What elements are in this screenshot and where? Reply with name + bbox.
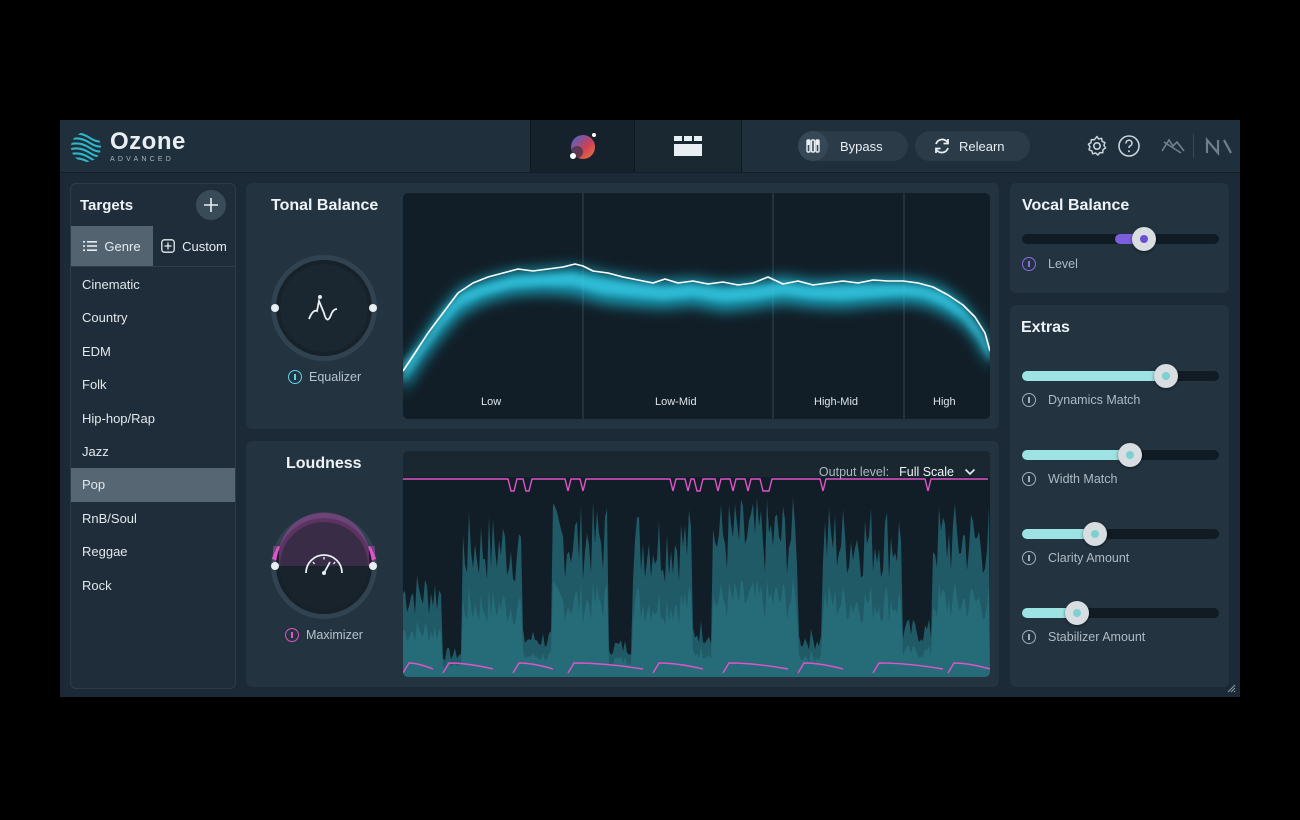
genre-item-edm[interactable]: EDM <box>71 335 235 368</box>
resize-handle-icon[interactable] <box>1226 683 1236 693</box>
genre-item-hiphop-rap[interactable]: Hip-hop/Rap <box>71 402 235 435</box>
loudness-panel: Loudness Maximizer Output level: Full Sc… <box>246 441 999 687</box>
tab-custom-label: Custom <box>182 238 227 254</box>
add-target-button[interactable] <box>196 190 226 220</box>
assistant-tab[interactable] <box>530 120 636 172</box>
clarity-amount-label: Clarity Amount <box>1048 551 1130 565</box>
vocal-balance-panel: Vocal Balance Level <box>1010 183 1229 293</box>
genre-item-reggae[interactable]: Reggae <box>71 535 235 568</box>
bypass-icon <box>798 131 828 161</box>
band-label-low-mid: Low-Mid <box>655 396 697 408</box>
clarity-amount-slider[interactable] <box>1022 522 1219 546</box>
stabilizer-amount-slider[interactable] <box>1022 601 1219 625</box>
plus-icon <box>204 198 218 212</box>
dynamics-match-slider[interactable] <box>1022 364 1219 388</box>
relearn-label: Relearn <box>959 138 1005 154</box>
ni-logo-icon <box>1205 136 1232 157</box>
dynamics-match-label: Dynamics Match <box>1048 393 1141 407</box>
izotope-icon <box>1161 138 1185 154</box>
list-icon <box>83 240 98 252</box>
slider-thumb[interactable] <box>1118 443 1143 467</box>
power-icon <box>1022 472 1036 486</box>
gear-icon[interactable] <box>1085 134 1109 158</box>
slider-thumb[interactable] <box>1082 522 1107 546</box>
ozone-logo-icon <box>71 131 101 162</box>
band-label-high-mid: High-Mid <box>814 396 859 408</box>
vocal-balance-title: Vocal Balance <box>1022 197 1130 214</box>
power-icon <box>288 370 302 384</box>
loudness-graph: Output level: Full Scale <box>403 451 990 677</box>
ozone-logo: Ozone ADVANCED <box>70 130 186 163</box>
tonal-balance-curve <box>403 193 990 419</box>
output-level-label: Output level: <box>818 465 890 479</box>
output-level-select[interactable]: Full Scale <box>899 465 954 479</box>
equalizer-knob[interactable] <box>269 253 379 363</box>
genre-item-folk[interactable]: Folk <box>71 368 235 401</box>
extras-panel: Extras Dynamics Match Width Match Clarit… <box>1010 305 1229 687</box>
slider-thumb[interactable] <box>1132 227 1157 251</box>
loudness-title: Loudness <box>286 455 362 472</box>
header-bar: Ozone ADVANCED Bypass Relearn <box>60 120 1240 173</box>
width-match-toggle[interactable]: Width Match <box>1022 472 1117 486</box>
logo-edition: ADVANCED <box>110 156 174 163</box>
clarity-amount-toggle[interactable]: Clarity Amount <box>1022 551 1129 565</box>
bypass-button[interactable]: Bypass <box>798 131 908 161</box>
tab-custom[interactable]: Custom <box>153 226 235 266</box>
maximizer-toggle[interactable]: Maximizer <box>285 628 363 642</box>
assistant-icon <box>570 133 596 159</box>
maximizer-label: Maximizer <box>306 628 363 642</box>
relearn-button[interactable]: Relearn <box>915 131 1030 161</box>
bypass-label: Bypass <box>840 138 883 154</box>
targets-panel: Targets Genre Custom Cinematic Country E… <box>70 183 236 689</box>
chevron-down-icon[interactable] <box>964 468 976 476</box>
genre-item-country[interactable]: Country <box>71 301 235 334</box>
vocal-level-toggle[interactable]: Level <box>1022 257 1078 271</box>
header-divider <box>1193 134 1194 158</box>
tonal-balance-panel: Tonal Balance Equalizer Low Low-Mid High… <box>246 183 999 429</box>
genre-list: Cinematic Country EDM Folk Hip-hop/Rap J… <box>71 268 235 602</box>
targets-tabs: Genre Custom <box>71 226 235 267</box>
genre-item-jazz[interactable]: Jazz <box>71 435 235 468</box>
tonal-balance-title: Tonal Balance <box>271 197 379 214</box>
tab-genre-label: Genre <box>104 238 141 254</box>
power-icon <box>1022 551 1036 565</box>
modules-tab[interactable] <box>634 120 742 172</box>
tab-genre[interactable]: Genre <box>71 226 153 266</box>
add-box-icon <box>161 239 175 253</box>
logo-name: Ozone <box>110 128 186 155</box>
slider-thumb[interactable] <box>1065 601 1090 625</box>
stabilizer-amount-toggle[interactable]: Stabilizer Amount <box>1022 630 1145 644</box>
equalizer-toggle[interactable]: Equalizer <box>288 370 361 384</box>
slider-thumb[interactable] <box>1153 364 1178 388</box>
width-match-label: Width Match <box>1048 472 1118 486</box>
relearn-icon <box>931 131 953 161</box>
width-match-slider[interactable] <box>1022 443 1219 467</box>
band-label-low: Low <box>481 396 502 408</box>
equalizer-label: Equalizer <box>309 370 362 384</box>
genre-item-cinematic[interactable]: Cinematic <box>71 268 235 301</box>
stabilizer-amount-label: Stabilizer Amount <box>1048 630 1146 644</box>
modules-icon <box>674 136 702 156</box>
genre-item-rnb-soul[interactable]: RnB/Soul <box>71 502 235 535</box>
power-icon <box>285 628 299 642</box>
power-icon <box>1022 630 1036 644</box>
tonal-balance-graph: Low Low-Mid High-Mid High <box>403 193 990 419</box>
vocal-level-label: Level <box>1048 257 1078 271</box>
ozone-window: Ozone ADVANCED Bypass Relearn Targets Ge… <box>60 120 1240 697</box>
help-icon[interactable] <box>1117 134 1141 158</box>
power-icon <box>1022 257 1036 271</box>
maximizer-knob[interactable] <box>269 511 379 621</box>
power-icon <box>1022 393 1036 407</box>
vocal-level-slider[interactable] <box>1022 227 1219 251</box>
extras-title: Extras <box>1021 319 1070 336</box>
genre-item-pop[interactable]: Pop <box>71 468 235 502</box>
genre-item-rock[interactable]: Rock <box>71 569 235 602</box>
loudness-waveform <box>403 451 990 677</box>
targets-title: Targets <box>80 197 134 214</box>
band-label-high: High <box>933 396 956 408</box>
output-level: Output level: Full Scale <box>819 465 976 479</box>
dynamics-match-toggle[interactable]: Dynamics Match <box>1022 393 1140 407</box>
